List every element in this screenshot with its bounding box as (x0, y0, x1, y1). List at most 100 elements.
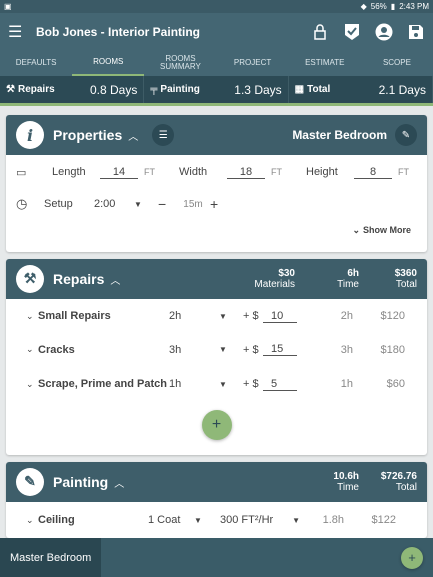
list-item: ⌄ Ceiling 1 Coat ▼ 300 FT²/Hr ▼ 1.8h $12… (6, 502, 427, 538)
width-unit: FT (271, 167, 282, 177)
painting-header[interactable]: ✎ Painting ︿ 10.6h Time $726.76 Total (6, 462, 427, 502)
increment-icon[interactable]: + (210, 196, 218, 212)
lock-icon[interactable] (311, 23, 329, 41)
repair-name: Small Repairs (38, 310, 111, 322)
hammer-icon: ⚒ (6, 84, 15, 95)
status-bar: ▣ ◆ 56% ▮ 2:43 PM (0, 0, 433, 13)
repairs-days: 0.8 Days (89, 82, 138, 97)
length-input[interactable]: 14 (100, 166, 138, 179)
app-bar: ☰ Bob Jones - Interior Painting (0, 13, 433, 50)
chevron-up-icon[interactable]: ︿ (128, 128, 138, 143)
roller-icon: ╤ (150, 84, 158, 95)
repair-total: $180 (380, 343, 405, 356)
chevron-up-icon[interactable]: ︿ (110, 272, 120, 287)
rate-select[interactable]: 300 FT²/Hr (220, 514, 282, 526)
expand-icon[interactable]: ⌄ (26, 311, 38, 322)
clock-icon: ◷ (16, 196, 28, 211)
surface-name: Ceiling (38, 514, 75, 526)
dropdown-arrow-icon[interactable]: ▼ (219, 312, 243, 321)
calculator-icon: ▦ (294, 84, 305, 95)
painting-title: Painting (53, 474, 109, 490)
repair-cost-input[interactable]: 15 (263, 343, 297, 356)
dropdown-arrow-icon[interactable]: ▼ (282, 516, 300, 525)
hammer-icon: ⚒ (16, 265, 44, 293)
clock: 2:43 PM (399, 2, 429, 11)
tab-estimate[interactable]: ESTIMATE (289, 50, 361, 76)
properties-title: Properties (53, 127, 123, 143)
save-icon[interactable] (407, 23, 425, 41)
notification-icon: ▣ (4, 2, 12, 11)
decrement-icon[interactable]: − (158, 196, 176, 212)
show-more-link[interactable]: ⌄ Show More (6, 219, 427, 241)
height-unit: FT (398, 167, 409, 177)
room-name: Master Bedroom (292, 128, 387, 142)
painting-item-total: $122 (371, 514, 396, 526)
approve-badge-icon[interactable] (343, 23, 361, 41)
repairs-materials: $30 Materials (254, 268, 295, 290)
account-icon[interactable] (375, 23, 393, 41)
painting-item-time: 1.8h (322, 514, 344, 526)
plus-dollar: + $ (243, 343, 259, 356)
info-icon: i (16, 121, 44, 149)
tab-defaults[interactable]: DEFAULTS (0, 50, 72, 76)
length-unit: FT (144, 167, 155, 177)
bottom-room-bar: Master Bedroom + (0, 538, 433, 577)
list-item: ⌄ Scrape, Prime and Patch 1h ▼ + $ 5 1h … (6, 366, 427, 402)
edit-pencil-icon[interactable]: ✎ (395, 124, 417, 146)
setup-time-select[interactable]: 2:00 (94, 198, 134, 210)
repairs-title: Repairs (53, 271, 105, 287)
repairs-header[interactable]: ⚒ Repairs ︿ $30 Materials 6h Time $360 T… (6, 259, 427, 299)
repair-hours-select[interactable]: 1h (169, 378, 219, 390)
dropdown-arrow-icon[interactable]: ▼ (219, 345, 243, 354)
repairs-time: 6h Time (337, 268, 359, 290)
properties-header[interactable]: i Properties ︿ ☰ Master Bedroom ✎ (6, 115, 427, 155)
dropdown-arrow-icon[interactable]: ▼ (134, 200, 158, 209)
wifi-icon: ◆ (360, 2, 367, 11)
chevron-down-icon: ⌄ (352, 224, 360, 235)
repair-time: 1h (340, 378, 353, 390)
tab-project[interactable]: PROJECT (217, 50, 289, 76)
hamburger-menu-icon[interactable]: ☰ (8, 22, 36, 42)
paintbrush-icon: ✎ (16, 468, 44, 496)
repair-hours-select[interactable]: 2h (169, 310, 219, 322)
tab-scope[interactable]: SCOPE (361, 50, 433, 76)
add-room-button[interactable]: + (401, 546, 423, 569)
summary-repairs: ⚒ Repairs 0.8 Days (0, 76, 145, 103)
width-input[interactable]: 18 (227, 166, 265, 179)
painting-total: $726.76 Total (380, 471, 417, 493)
dropdown-arrow-icon[interactable]: ▼ (219, 380, 243, 389)
setup-step: 15m (183, 198, 203, 210)
tune-settings-icon[interactable]: ☰ (152, 124, 175, 146)
coats-select[interactable]: 1 Coat (148, 514, 194, 526)
height-input[interactable]: 8 (354, 166, 392, 179)
tab-rooms-summary[interactable]: ROOMS SUMMARY (144, 50, 216, 76)
plus-dollar: + $ (243, 378, 259, 390)
plus-dollar: + $ (243, 310, 259, 322)
repair-total: $120 (380, 310, 405, 322)
main-tabs: DEFAULTS ROOMS ROOMS SUMMARY PROJECT EST… (0, 50, 433, 76)
repair-name: Scrape, Prime and Patch (38, 377, 167, 390)
repair-hours-select[interactable]: 3h (169, 344, 219, 356)
summary-painting: ╤ Painting 1.3 Days (144, 76, 289, 103)
expand-icon[interactable]: ⌄ (26, 515, 38, 526)
chevron-up-icon[interactable]: ︿ (114, 475, 124, 490)
total-days: 2.1 Days (378, 82, 426, 97)
tab-rooms[interactable]: ROOMS (72, 50, 145, 76)
length-label: Length (52, 166, 86, 178)
expand-icon[interactable]: ⌄ (26, 379, 38, 390)
expand-icon[interactable]: ⌄ (26, 344, 38, 355)
dropdown-arrow-icon[interactable]: ▼ (194, 516, 220, 525)
properties-card: i Properties ︿ ☰ Master Bedroom ✎ ▭ Leng… (6, 115, 427, 252)
setup-label: Setup (44, 198, 73, 210)
room-tab-master-bedroom[interactable]: Master Bedroom (0, 538, 102, 577)
add-repair-button[interactable]: + (201, 410, 232, 440)
list-item: ⌄ Cracks 3h ▼ + $ 15 3h $180 (6, 333, 427, 366)
days-summary-bar: ⚒ Repairs 0.8 Days ╤ Painting 1.3 Days ▦ To… (0, 76, 433, 106)
list-item: ⌄ Small Repairs 2h ▼ + $ 10 2h $120 (6, 299, 427, 333)
app-title: Bob Jones - Interior Painting (36, 24, 201, 39)
width-label: Width (179, 166, 208, 178)
painting-time: 10.6h Time (333, 471, 359, 493)
battery-percent: 56% (370, 2, 387, 11)
repair-cost-input[interactable]: 5 (263, 378, 297, 391)
repair-cost-input[interactable]: 10 (263, 310, 297, 323)
